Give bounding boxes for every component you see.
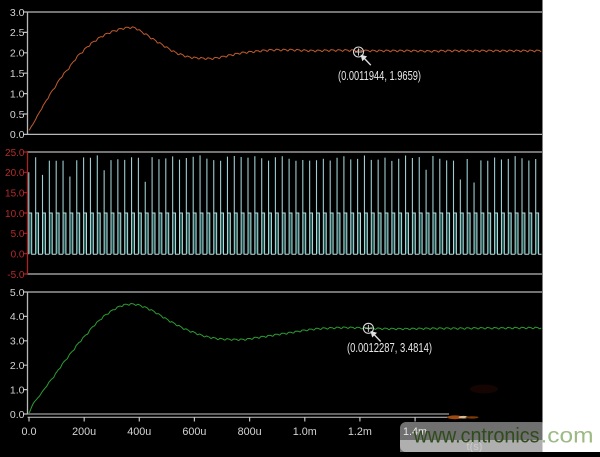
svg-text:5.0: 5.0 [11, 229, 25, 240]
svg-text:2.0: 2.0 [10, 48, 25, 60]
svg-text:25.0: 25.0 [5, 148, 25, 159]
svg-text:-5.0: -5.0 [7, 270, 25, 281]
svg-text:3.0: 3.0 [10, 336, 25, 348]
svg-text:t(s): t(s) [467, 441, 483, 452]
svg-text:1.0: 1.0 [10, 88, 25, 100]
svg-text:0.0: 0.0 [21, 426, 36, 438]
svg-text:5.0: 5.0 [10, 287, 25, 299]
svg-text:800u: 800u [238, 426, 262, 438]
svg-text:0.0: 0.0 [11, 249, 25, 260]
svg-text:.com: .com [541, 423, 594, 447]
svg-text:15.0: 15.0 [5, 188, 25, 199]
svg-text:4.0: 4.0 [10, 311, 25, 323]
svg-text:0.0: 0.0 [10, 409, 25, 421]
svg-text:10.0: 10.0 [5, 209, 25, 220]
svg-text:20.0: 20.0 [5, 168, 25, 179]
svg-text:2.0: 2.0 [10, 360, 25, 372]
svg-text:0.5: 0.5 [10, 109, 25, 121]
svg-text:1.0: 1.0 [10, 384, 25, 396]
svg-text:(0.0011944, 1.9659): (0.0011944, 1.9659) [338, 69, 421, 83]
svg-text:1.5: 1.5 [10, 68, 25, 80]
svg-text:(0.0012287, 3.4814): (0.0012287, 3.4814) [347, 341, 432, 355]
svg-text:3.0: 3.0 [10, 7, 25, 19]
svg-text:2.5: 2.5 [10, 27, 25, 39]
svg-text:1.0m: 1.0m [293, 426, 317, 438]
svg-text:200u: 200u [72, 426, 96, 438]
svg-text:0.0: 0.0 [10, 129, 25, 141]
svg-text:1.2m: 1.2m [348, 426, 372, 438]
svg-text:600u: 600u [182, 426, 206, 438]
svg-text:400u: 400u [127, 426, 151, 438]
